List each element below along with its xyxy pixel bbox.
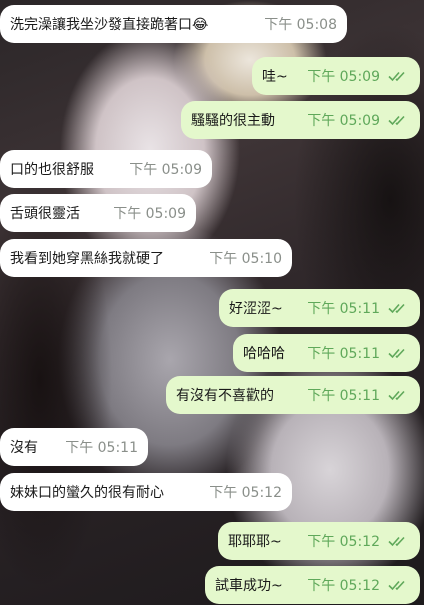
message-bubble-incoming[interactable]: 妹妹口的蠻久的很有耐心 下午 05:12 <box>0 473 292 511</box>
message-bubble-incoming[interactable]: 口的也很舒服 下午 05:09 <box>0 150 212 188</box>
message-text: 沒有 <box>10 440 38 456</box>
message-time: 下午 05:09 <box>307 113 380 129</box>
message-text: 哇~ <box>262 69 288 85</box>
message-time: 下午 05:11 <box>307 301 380 317</box>
message-bubble-incoming[interactable]: 舌頭很靈活 下午 05:09 <box>0 194 196 232</box>
message-time: 下午 05:09 <box>113 206 186 222</box>
message-time: 下午 05:11 <box>65 440 138 456</box>
message-bubble-outgoing[interactable]: 耶耶耶~ 下午 05:12 <box>218 522 420 560</box>
read-double-check-icon <box>388 303 405 314</box>
message-bubble-outgoing[interactable]: 騷騷的很主動 下午 05:09 <box>181 101 420 139</box>
message-text: 耶耶耶~ <box>228 534 282 550</box>
message-text: 哈哈哈 <box>243 346 285 362</box>
message-text: 試車成功~ <box>215 578 283 594</box>
message-time: 下午 05:12 <box>307 534 380 550</box>
message-bubble-outgoing[interactable]: 有沒有不喜歡的 下午 05:11 <box>166 376 420 414</box>
message-time: 下午 05:08 <box>264 17 337 33</box>
message-time: 下午 05:12 <box>209 485 282 501</box>
message-bubble-outgoing[interactable]: 哇~ 下午 05:09 <box>252 57 420 95</box>
message-time: 下午 05:10 <box>209 251 282 267</box>
message-bubble-outgoing[interactable]: 試車成功~ 下午 05:12 <box>205 566 420 604</box>
message-bubble-incoming[interactable]: 洗完澡讓我坐沙發直接跪著口😂 下午 05:08 <box>0 5 347 43</box>
read-double-check-icon <box>388 348 405 359</box>
read-double-check-icon <box>388 115 405 126</box>
read-double-check-icon <box>388 390 405 401</box>
message-text: 我看到她穿黑絲我就硬了 <box>10 251 164 267</box>
message-text: 舌頭很靈活 <box>10 206 80 222</box>
read-double-check-icon <box>388 71 405 82</box>
message-text: 妹妹口的蠻久的很有耐心 <box>10 485 164 501</box>
message-time: 下午 05:09 <box>307 69 380 85</box>
message-bubble-incoming[interactable]: 我看到她穿黑絲我就硬了 下午 05:10 <box>0 239 292 277</box>
message-time: 下午 05:09 <box>129 162 202 178</box>
message-text: 洗完澡讓我坐沙發直接跪著口😂 <box>10 17 209 33</box>
message-time: 下午 05:11 <box>307 346 380 362</box>
message-text: 口的也很舒服 <box>10 162 94 178</box>
message-time: 下午 05:12 <box>307 578 380 594</box>
message-bubble-outgoing[interactable]: 好涩涩~ 下午 05:11 <box>219 289 420 327</box>
message-bubble-incoming[interactable]: 沒有 下午 05:11 <box>0 428 148 466</box>
message-text: 有沒有不喜歡的 <box>176 388 274 404</box>
read-double-check-icon <box>388 580 405 591</box>
read-double-check-icon <box>388 536 405 547</box>
message-text: 好涩涩~ <box>229 301 283 317</box>
message-bubble-outgoing[interactable]: 哈哈哈 下午 05:11 <box>233 334 420 372</box>
message-text: 騷騷的很主動 <box>191 113 275 129</box>
message-time: 下午 05:11 <box>307 388 380 404</box>
